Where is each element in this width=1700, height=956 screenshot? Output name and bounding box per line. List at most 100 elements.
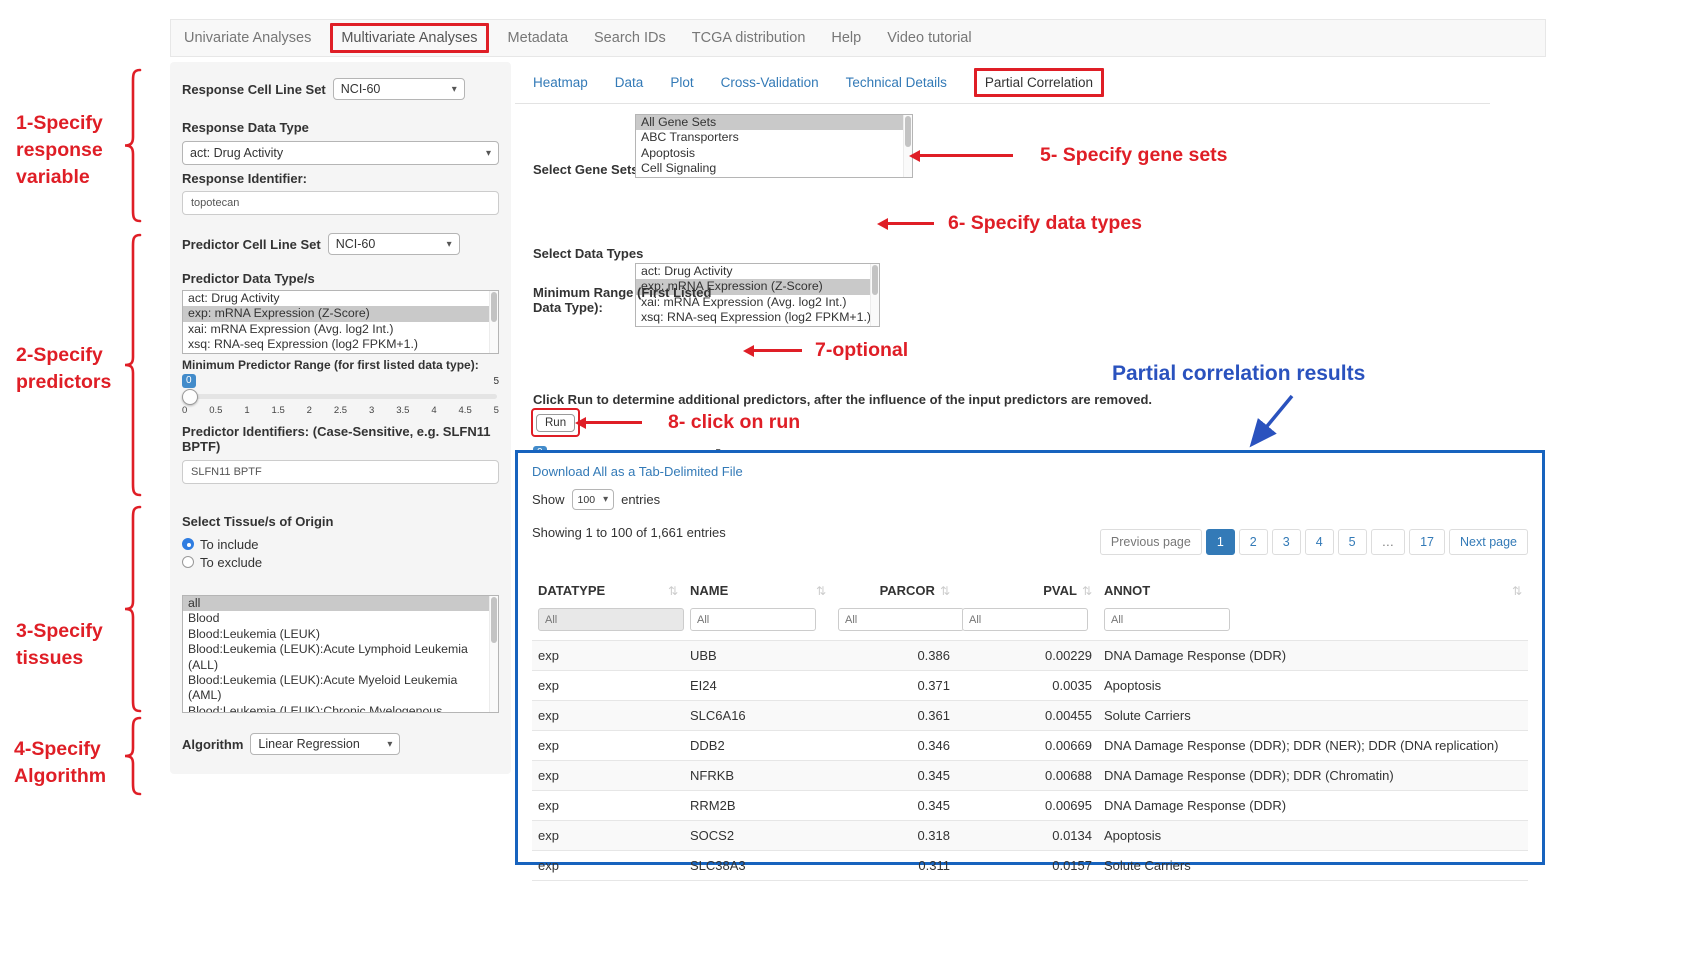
algorithm-select[interactable]: Linear Regression ▾ xyxy=(250,733,400,755)
arrow-left-icon xyxy=(752,349,802,352)
table-row[interactable]: exp RRM2B 0.345 0.00695 DNA Damage Respo… xyxy=(532,791,1528,821)
scrollbar[interactable] xyxy=(903,115,912,177)
table-row[interactable]: exp SLC38A3 0.311 0.0157 Solute Carriers xyxy=(532,851,1528,881)
table-row[interactable]: exp DDB2 0.346 0.00669 DNA Damage Respon… xyxy=(532,731,1528,761)
tab-heatmap[interactable]: Heatmap xyxy=(533,75,588,90)
response-identifier-input[interactable] xyxy=(182,191,499,215)
radio-include-label: To include xyxy=(200,537,259,552)
list-option-selected[interactable]: all xyxy=(183,596,498,611)
run-button[interactable]: Run xyxy=(536,414,575,432)
nav-item-univariate-analyses[interactable]: Univariate Analyses xyxy=(171,20,324,56)
table-row[interactable]: exp EI24 0.371 0.0035 Apoptosis xyxy=(532,671,1528,701)
sort-icon[interactable]: ⇅ xyxy=(668,584,678,598)
nav-item-search-ids[interactable]: Search IDs xyxy=(581,20,679,56)
table-row[interactable]: exp SLC6A16 0.361 0.00455 Solute Carrier… xyxy=(532,701,1528,731)
previous-page-button[interactable]: Previous page xyxy=(1100,529,1202,555)
cell-pval: 0.0134 xyxy=(956,821,1098,851)
list-option[interactable]: ABC Transporters xyxy=(636,130,912,145)
annotation-note5: 5- Specify gene sets xyxy=(1040,142,1228,169)
download-link[interactable]: Download All as a Tab-Delimited File xyxy=(532,464,743,479)
nav-item-tcga-distribution[interactable]: TCGA distribution xyxy=(679,20,819,56)
red-highlight-box: Run xyxy=(531,408,580,437)
sort-icon[interactable]: ⇅ xyxy=(816,584,826,598)
scrollbar-thumb[interactable] xyxy=(491,597,497,643)
algorithm-row: Algorithm Linear Regression ▾ xyxy=(182,733,499,755)
tab-technical-details[interactable]: Technical Details xyxy=(846,75,947,90)
table-row[interactable]: exp NFRKB 0.345 0.00688 DNA Damage Respo… xyxy=(532,761,1528,791)
radio-to-exclude[interactable]: To exclude xyxy=(182,553,499,571)
list-option[interactable]: Cell Signaling xyxy=(636,161,912,176)
sort-icon[interactable]: ⇅ xyxy=(940,584,950,598)
filter-annot-input[interactable] xyxy=(1104,608,1230,631)
response-set-select[interactable]: NCI-60 ▾ xyxy=(333,78,465,100)
response-data-type-select[interactable]: act: Drug Activity ▾ xyxy=(182,141,499,165)
nav-item-help[interactable]: Help xyxy=(818,20,874,56)
list-option[interactable]: Blood:Leukemia (LEUK):Acute Lymphoid Leu… xyxy=(183,642,498,673)
page-button-5[interactable]: 5 xyxy=(1338,529,1367,555)
scrollbar[interactable] xyxy=(870,264,879,326)
predictor-set-select[interactable]: NCI-60 ▾ xyxy=(328,233,460,255)
scrollbar-thumb[interactable] xyxy=(905,116,911,147)
response-identifier-label: Response Identifier: xyxy=(182,171,499,186)
slider-max-label: 5 xyxy=(493,376,499,387)
tab-data[interactable]: Data xyxy=(615,75,644,90)
sort-icon[interactable]: ⇅ xyxy=(1512,584,1522,598)
pagination: Previous page 1 2 3 4 5 … 17 Next page xyxy=(1100,529,1528,555)
page-button-1[interactable]: 1 xyxy=(1206,529,1235,555)
list-option[interactable]: xsq: RNA-seq Expression (log2 FPKM+1.) xyxy=(183,337,498,352)
header-label: PARCOR xyxy=(880,583,935,598)
nav-item-metadata[interactable]: Metadata xyxy=(495,20,581,56)
list-option[interactable]: Blood:Leukemia (LEUK):Acute Myeloid Leuk… xyxy=(183,673,498,704)
filter-pval-input[interactable] xyxy=(962,608,1088,631)
tab-partial-correlation[interactable]: Partial Correlation xyxy=(974,68,1104,97)
column-header-annot[interactable]: ANNOT⇅ xyxy=(1098,576,1528,605)
scrollbar[interactable] xyxy=(489,596,498,712)
table-row[interactable]: exp UBB 0.386 0.00229 DNA Damage Respons… xyxy=(532,641,1528,671)
nav-item-video-tutorial[interactable]: Video tutorial xyxy=(874,20,984,56)
cell-annot: Apoptosis xyxy=(1098,671,1528,701)
tab-plot[interactable]: Plot xyxy=(670,75,693,90)
scrollbar[interactable] xyxy=(489,291,498,353)
list-option[interactable]: act: Drug Activity xyxy=(183,291,498,306)
page-button-17[interactable]: 17 xyxy=(1409,529,1445,555)
list-option-selected[interactable]: exp: mRNA Expression (Z-Score) xyxy=(183,306,498,321)
list-option[interactable]: Blood:Leukemia (LEUK):Chronic Myelogenou… xyxy=(183,704,498,713)
list-option-selected[interactable]: All Gene Sets xyxy=(636,115,912,130)
radio-to-include[interactable]: To include xyxy=(182,535,499,553)
column-header-datatype[interactable]: DATATYPE⇅ xyxy=(532,576,684,605)
slider-track[interactable] xyxy=(184,394,497,399)
filter-parcor-input[interactable] xyxy=(838,608,964,631)
list-option[interactable]: Apoptosis xyxy=(636,146,912,161)
page-button-3[interactable]: 3 xyxy=(1272,529,1301,555)
list-option[interactable]: xai: mRNA Expression (Avg. log2 Int.) xyxy=(183,322,498,337)
page-button-2[interactable]: 2 xyxy=(1239,529,1268,555)
table-row[interactable]: exp SOCS2 0.318 0.0134 Apoptosis xyxy=(532,821,1528,851)
sort-icon[interactable]: ⇅ xyxy=(1082,584,1092,598)
top-navbar: Univariate Analyses Multivariate Analyse… xyxy=(170,19,1546,57)
scrollbar-thumb[interactable] xyxy=(872,265,878,295)
column-header-name[interactable]: NAME⇅ xyxy=(684,576,832,605)
column-header-pval[interactable]: PVAL⇅ xyxy=(956,576,1098,605)
slider-tick: 5 xyxy=(494,405,499,416)
entries-count-select[interactable]: 100 ▾ xyxy=(572,489,615,510)
filter-name-input[interactable] xyxy=(690,608,816,631)
nav-item-multivariate-analyses[interactable]: Multivariate Analyses xyxy=(324,20,494,56)
predictor-identifiers-input[interactable] xyxy=(182,460,499,484)
cell-annot: Solute Carriers xyxy=(1098,701,1528,731)
tab-label: Partial Correlation xyxy=(985,75,1093,90)
tab-cross-validation[interactable]: Cross-Validation xyxy=(721,75,819,90)
list-option[interactable]: Blood xyxy=(183,611,498,626)
annotation-step1: 1-Specify response variable xyxy=(16,110,103,191)
red-highlight-box: Multivariate Analyses xyxy=(330,23,488,53)
column-header-parcor[interactable]: PARCOR ⇅ xyxy=(832,576,956,605)
filter-datatype-input[interactable] xyxy=(538,608,684,631)
slider-handle[interactable] xyxy=(182,389,198,405)
page-button-4[interactable]: 4 xyxy=(1305,529,1334,555)
results-table: DATATYPE⇅ NAME⇅ PARCOR ⇅ PVAL⇅ ANNOT⇅ xyxy=(532,576,1528,881)
next-page-button[interactable]: Next page xyxy=(1449,529,1528,555)
predictor-set-row: Predictor Cell Line Set NCI-60 ▾ xyxy=(182,233,499,255)
list-option[interactable]: Blood:Leukemia (LEUK) xyxy=(183,627,498,642)
list-option[interactable]: act: Drug Activity xyxy=(636,264,879,279)
annotation-note8: 8- click on run xyxy=(668,409,800,436)
scrollbar-thumb[interactable] xyxy=(491,292,497,322)
